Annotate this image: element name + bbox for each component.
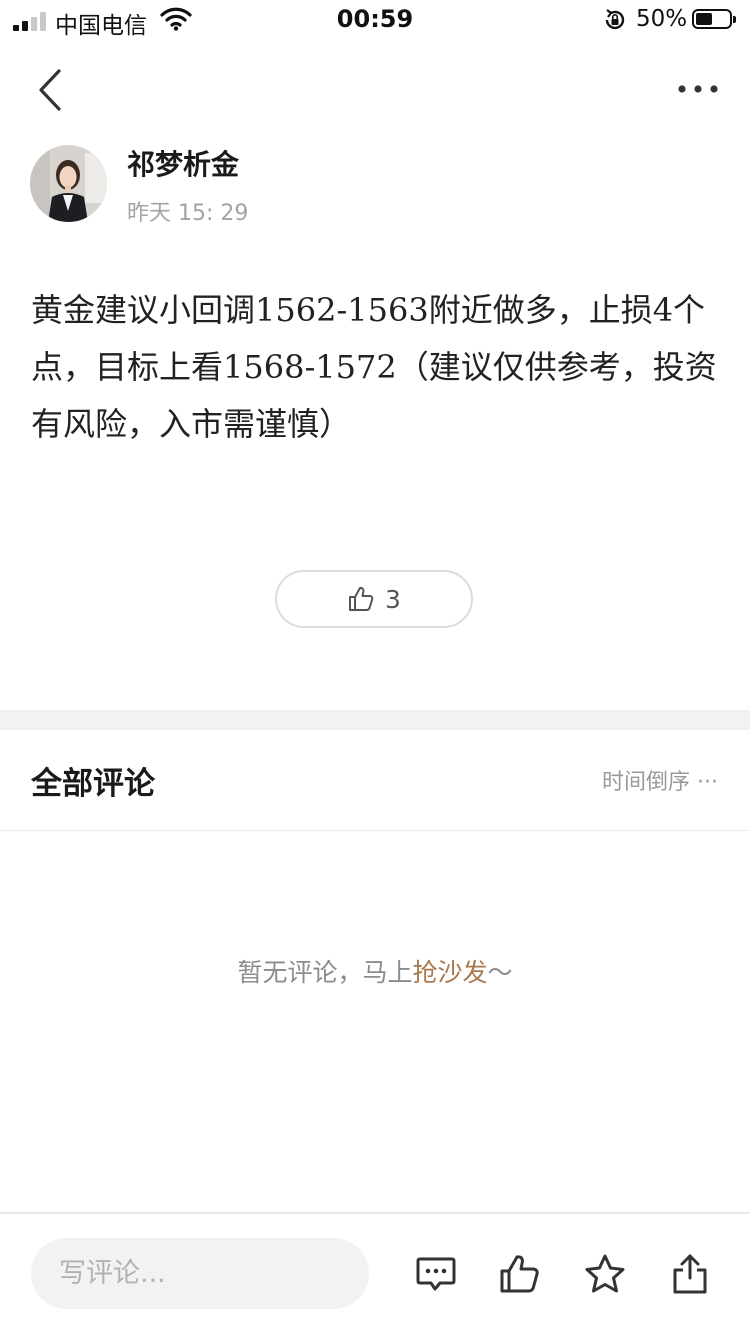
comment-input[interactable] bbox=[31, 1238, 369, 1309]
avatar-image bbox=[30, 145, 107, 222]
like-button[interactable]: 3 bbox=[275, 570, 473, 628]
comments-title: 全部评论 bbox=[31, 766, 155, 802]
bottom-bar-divider bbox=[0, 1212, 750, 1214]
more-button[interactable] bbox=[672, 74, 724, 104]
comment-icon[interactable] bbox=[415, 1253, 457, 1295]
more-dots-icon bbox=[678, 85, 718, 93]
empty-prefix: 暂无评论，马上 bbox=[237, 958, 413, 987]
post-content: 黄金建议小回调1562-1563附近做多，止损4个点，目标上看1568-1572… bbox=[31, 291, 717, 443]
battery-icon bbox=[692, 9, 736, 29]
empty-comments-message: 暂无评论，马上抢沙发～ bbox=[0, 953, 750, 989]
sort-button[interactable]: 时间倒序 ··· bbox=[602, 764, 718, 796]
empty-suffix: ～ bbox=[487, 958, 513, 987]
orientation-lock-icon bbox=[605, 9, 625, 30]
thumbs-up-icon bbox=[349, 586, 374, 611]
back-button[interactable] bbox=[30, 66, 74, 114]
author-name[interactable]: 祁梦析金 bbox=[127, 143, 239, 183]
favorite-star-icon[interactable] bbox=[584, 1253, 626, 1295]
like-count: 3 bbox=[385, 584, 401, 614]
share-icon[interactable] bbox=[669, 1253, 711, 1295]
section-divider bbox=[0, 710, 750, 730]
like-icon[interactable] bbox=[499, 1253, 541, 1295]
post-time: 昨天 15: 29 bbox=[127, 201, 249, 226]
status-bar: 中国电信 00:59 50% bbox=[0, 0, 750, 40]
battery-percent: 50% bbox=[636, 6, 688, 32]
comments-divider bbox=[0, 830, 750, 831]
chevron-left-icon bbox=[39, 69, 61, 111]
grab-sofa-link[interactable]: 抢沙发 bbox=[412, 958, 487, 987]
avatar[interactable] bbox=[30, 145, 107, 222]
